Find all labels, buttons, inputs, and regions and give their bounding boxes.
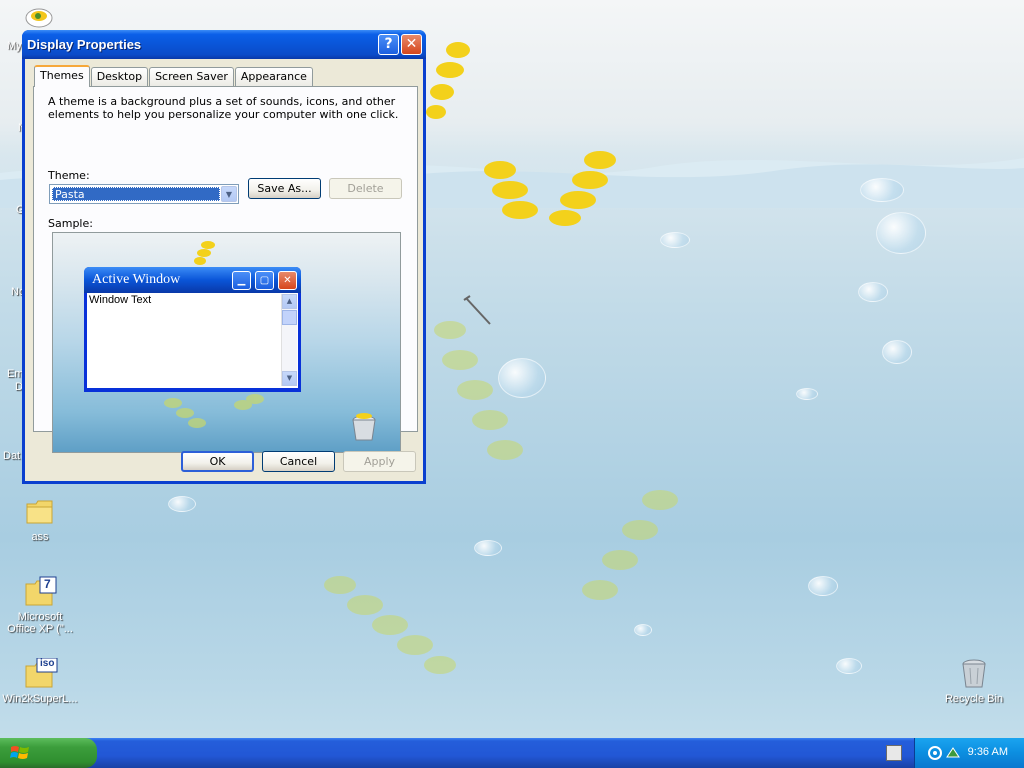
folder-icon [24, 496, 56, 528]
fork-cursor-decoration [463, 295, 491, 325]
close-icon: ✕ [405, 36, 418, 52]
bubble [474, 540, 502, 556]
bubble [634, 624, 652, 636]
sample-window-title: Active Window [92, 272, 181, 287]
windows-flag-icon [10, 746, 29, 759]
bubble [796, 388, 818, 400]
sample-window-body: Window Text ▲ ▼ [87, 293, 298, 388]
start-button[interactable] [0, 738, 97, 768]
desktop-icon-office-xp[interactable]: 7 Microsoft Office XP ("... [0, 576, 80, 635]
keyboard-layout-icon[interactable] [886, 745, 902, 761]
chevron-down-icon: ▼ [282, 371, 297, 386]
tab-desktop[interactable]: Desktop [90, 67, 149, 86]
sample-label: Sample: [48, 217, 93, 230]
bubble [882, 340, 912, 364]
desktop-label-cut[interactable]: My [7, 40, 22, 52]
dialog-title: Display Properties [27, 37, 142, 52]
bubble [168, 496, 196, 512]
iso-file-icon: iso [24, 657, 58, 690]
desktop-icon-recycle-bin[interactable]: Recycle Bin [934, 658, 1014, 705]
dialog-titlebar[interactable]: Display Properties ? ✕ [22, 30, 426, 59]
chevron-down-icon[interactable]: ▼ [221, 186, 237, 202]
bubble [860, 178, 904, 202]
display-properties-dialog: Display Properties ? ✕ Themes Desktop Sc… [22, 30, 426, 484]
sample-recycle-bin-icon [352, 413, 376, 441]
theme-description: A theme is a background plus a set of so… [48, 95, 399, 121]
chevron-up-icon: ▲ [282, 294, 297, 309]
tab-strip: Themes Desktop Screen Saver Appearance [34, 65, 314, 87]
sample-scrollbar: ▲ ▼ [281, 294, 297, 386]
theme-label: Theme: [48, 169, 90, 182]
help-button[interactable]: ? [378, 34, 399, 55]
tab-themes[interactable]: Themes [34, 65, 90, 87]
sample-window-titlebar: Active Window ▁ ▢ ✕ [84, 267, 301, 293]
maximize-icon: ▢ [255, 271, 274, 290]
tab-screen-saver[interactable]: Screen Saver [149, 67, 234, 86]
theme-sample-preview: Active Window ▁ ▢ ✕ Window Text ▲ ▼ [52, 232, 401, 453]
desktop-icon-label: Recycle Bin [944, 693, 1004, 705]
sample-window-text: Window Text [89, 294, 152, 306]
close-icon: ✕ [278, 271, 297, 290]
pasta-decoration-lower [324, 576, 456, 674]
sample-active-window: Active Window ▁ ▢ ✕ Window Text ▲ ▼ [84, 267, 301, 392]
help-icon: ? [384, 36, 393, 52]
bubble [876, 212, 926, 254]
minimize-icon: ▁ [232, 271, 251, 290]
desktop-icon-win2ksuperlite[interactable]: iso Win2kSuperL... [0, 657, 80, 705]
apply-button[interactable]: Apply [343, 451, 416, 472]
dialog-client: Themes Desktop Screen Saver Appearance A… [25, 59, 423, 481]
bubble [808, 576, 838, 596]
office-setup-icon: 7 [24, 576, 57, 608]
taskbar: 9:36 AM [0, 738, 1024, 768]
scroll-thumb [282, 310, 297, 325]
iso-badge: iso [40, 658, 55, 669]
bubble [660, 232, 690, 248]
cancel-button[interactable]: Cancel [262, 451, 335, 472]
desktop-icon-label: Win2kSuperL... [2, 693, 78, 705]
desktop-icon-label: Microsoft Office XP ("... [7, 611, 73, 635]
recycle-bin-icon [958, 658, 990, 690]
system-tray: 9:36 AM [914, 738, 1024, 768]
save-as-button[interactable]: Save As... [248, 178, 321, 199]
theme-combobox[interactable]: Pasta ▼ [49, 184, 239, 204]
tray-status-icon[interactable] [927, 745, 943, 761]
theme-selected-value: Pasta [52, 187, 220, 201]
ok-button[interactable]: OK [181, 451, 254, 472]
bubble [858, 282, 888, 302]
bubble [836, 658, 862, 674]
desktop-label-cut[interactable]: Dat [3, 450, 20, 462]
delete-button[interactable]: Delete [329, 178, 402, 199]
office-badge: 7 [44, 577, 51, 591]
close-button[interactable]: ✕ [401, 34, 422, 55]
clock[interactable]: 9:36 AM [968, 746, 1008, 758]
desktop-icon-ass[interactable]: ass [0, 496, 80, 543]
bubble [498, 358, 546, 398]
tab-appearance[interactable]: Appearance [234, 67, 313, 86]
my-documents-icon[interactable] [24, 6, 54, 30]
tray-network-icon[interactable] [945, 745, 961, 761]
desktop-icon-label: ass [31, 531, 49, 543]
